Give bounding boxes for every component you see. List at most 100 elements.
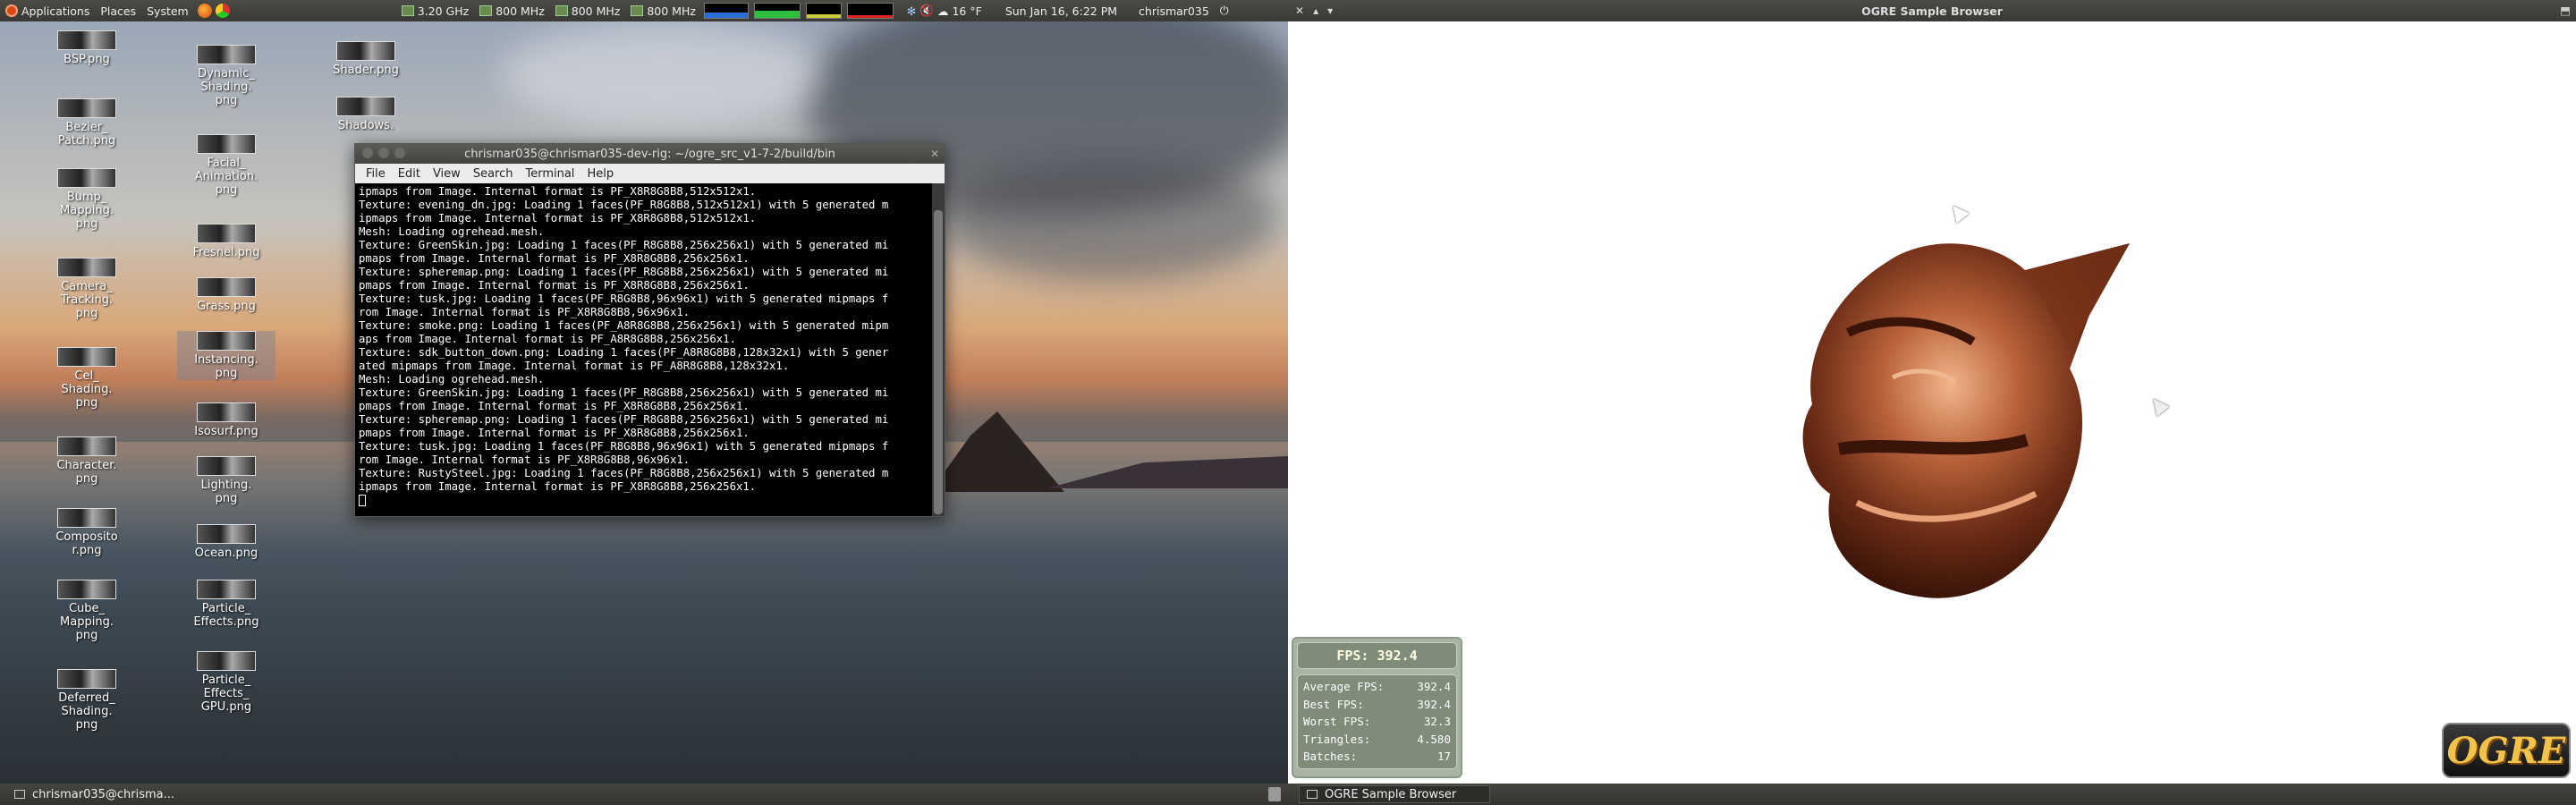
terminal-line: ated mipmaps from Image. Internal format… [359, 360, 790, 372]
chrome-icon[interactable] [215, 4, 230, 18]
fps-value: FPS: 392.4 [1297, 642, 1457, 669]
desktop-icon-label: Grass.png [197, 300, 256, 313]
desktop-icon-bump-mapping[interactable]: Bump_ Mapping. png [38, 168, 136, 231]
firefox-icon[interactable] [197, 4, 212, 18]
mouse-cursor-icon [1946, 200, 1970, 224]
applications-label: Applications [21, 4, 90, 18]
menu-terminal[interactable]: Terminal [525, 167, 574, 181]
desktop-icon-camera-tracking[interactable]: Camera_ Tracking. png [38, 258, 136, 320]
desktop-icon-dynamic-shading[interactable]: Dynamic_ Shading. png [177, 45, 275, 107]
terminal-output[interactable]: ipmaps from Image. Internal format is PF… [355, 183, 945, 516]
terminal-line: pmaps from Image. Internal format is PF_… [359, 400, 750, 412]
desktop-icon-particle-effects[interactable]: Particle_ Effects.png [177, 580, 275, 629]
fps-number: 4.580 [1417, 732, 1451, 746]
terminal-close-icon[interactable]: ✕ [930, 148, 939, 160]
cpu-freq-1[interactable]: 3.20 GHz [396, 0, 474, 21]
desktop-icon-particle-effects-gpu[interactable]: Particle_ Effects_ GPU.png [177, 651, 275, 714]
desktop-icon-isosurf[interactable]: Isosurf.png [177, 402, 275, 438]
maximize-icon[interactable] [394, 148, 405, 158]
trash-icon[interactable] [1268, 787, 1281, 801]
terminal-line: Mesh: Loading ogrehead.mesh. [359, 225, 545, 238]
cpu-icon [479, 5, 493, 16]
load-graph[interactable] [846, 3, 894, 19]
restore-icon[interactable]: ⬒ [2560, 4, 2571, 17]
volume-icon: 🔇 [919, 4, 934, 17]
close-icon[interactable] [362, 148, 373, 158]
desktop-icon-label: BSP.png [64, 53, 110, 66]
desktop-icon-label: Facial_ Animation. png [194, 157, 258, 197]
fps-number: 392.4 [1417, 697, 1451, 711]
clock[interactable]: Sun Jan 16, 6:22 PM [1000, 0, 1123, 21]
desktop-icon-ocean[interactable]: Ocean.png [177, 524, 275, 560]
minimize-icon[interactable] [378, 148, 389, 158]
weather-icon: ☁ [936, 4, 949, 18]
terminal-window[interactable]: chrismar035@chrismar035-dev-rig: ~/ogre_… [354, 143, 945, 517]
ogre-render-viewport[interactable]: FPS: 392.4 Average FPS: 392.4 Best FPS: 39… [1288, 21, 2576, 784]
terminal-line: Texture: tusk.jpg: Loading 1 faces(PF_R8… [359, 440, 889, 453]
terminal-line: Texture: GreenSkin.jpg: Loading 1 faces(… [359, 239, 889, 251]
desktop-icon-cel-shading[interactable]: Cel_ Shading. png [38, 347, 136, 410]
desktop-icon-grass[interactable]: Grass.png [177, 277, 275, 313]
places-menu[interactable]: Places [95, 0, 141, 21]
applications-menu[interactable]: Applications [0, 0, 95, 21]
desktop-icon-label: Cel_ Shading. png [61, 369, 113, 410]
desktop-icon-fresnel[interactable]: Fresnel.png [177, 224, 275, 259]
terminal-line: pmaps from Image. Internal format is PF_… [359, 279, 750, 292]
terminal-cursor [359, 495, 366, 506]
terminal-line: ipmaps from Image. Internal format is PF… [359, 185, 757, 198]
taskbar-label: chrismar035@chrisma... [32, 787, 175, 801]
desktop-icon-character[interactable]: Character. png [38, 436, 136, 486]
cpu-freq-2[interactable]: 800 MHz [474, 0, 550, 21]
user-menu[interactable]: chrismar035 [1133, 0, 1215, 21]
desktop-icon-bsp[interactable]: BSP.png [38, 30, 136, 66]
cpu-freq-3[interactable]: 800 MHz [550, 0, 626, 21]
menu-view[interactable]: View [433, 167, 461, 181]
terminal-line: Texture: spheremap.png: Loading 1 faces(… [359, 266, 889, 278]
minimize-icon[interactable]: ▾ [1327, 4, 1333, 17]
desktop-icon-lighting[interactable]: Lighting. png [177, 456, 275, 505]
network-graph[interactable] [805, 3, 842, 19]
menu-search[interactable]: Search [473, 167, 513, 181]
taskbar-item-terminal[interactable]: chrismar035@chrisma... [7, 785, 182, 803]
desktop-icon-bezier-patch[interactable]: Bezier_ Patch.png [38, 98, 136, 148]
terminal-title: chrismar035@chrismar035-dev-rig: ~/ogre_… [464, 147, 835, 161]
menu-edit[interactable]: Edit [398, 167, 420, 181]
desktop-icon-shadows[interactable]: Shadows. [317, 97, 415, 132]
memory-graph[interactable] [753, 3, 801, 19]
terminal-line: ipmaps from Image. Internal format is PF… [359, 212, 757, 225]
desktop-icon-deferred-shading[interactable]: Deferred_ Shading. png [38, 669, 136, 732]
terminal-line: Texture: sdk_button_down.png: Loading 1 … [359, 346, 889, 359]
cpu-freq-4[interactable]: 800 MHz [625, 0, 701, 21]
taskbar-item-ogre[interactable]: OGRE Sample Browser [1299, 785, 1490, 803]
shutdown-icon[interactable]: ⏻ [1215, 0, 1234, 21]
desktop-icon-label: Particle_ Effects_ GPU.png [200, 674, 252, 714]
scrollbar-thumb[interactable] [934, 210, 943, 514]
fps-number: 17 [1436, 750, 1451, 763]
desktop-icon-instancing[interactable]: Instancing. png [177, 331, 275, 380]
terminal-line: rom Image. Internal format is PF_X8R8G8B… [359, 306, 691, 318]
terminal-line: aps from Image. Internal format is PF_A8… [359, 333, 736, 345]
desktop-icon-facial-animation[interactable]: Facial_ Animation. png [177, 134, 275, 197]
terminal-line: Texture: evening_dn.jpg: Loading 1 faces… [359, 199, 889, 211]
close-icon[interactable]: ✕ [1295, 4, 1304, 17]
desktop-icon-label: Camera_ Tracking. png [60, 280, 114, 320]
terminal-scrollbar[interactable] [932, 183, 945, 516]
maximize-icon[interactable]: ▴ [1313, 4, 1318, 17]
menu-help[interactable]: Help [587, 167, 614, 181]
desktop-icon-cube-mapping[interactable]: Cube_ Mapping. png [38, 580, 136, 642]
weather-applet[interactable]: ✻ 🔇 ☁ 16 °F [902, 0, 987, 21]
window-icon [1307, 790, 1318, 799]
desktop-icon-compositor[interactable]: Composito r.png [38, 508, 136, 557]
desktop-icon-shader[interactable]: Shader.png [317, 41, 415, 77]
fps-row-best: Best FPS: 392.4 [1303, 696, 1451, 714]
desktop-icon-label: Instancing. png [194, 353, 258, 380]
cpu-icon [631, 5, 644, 16]
desktop-icon-label: Shader.png [333, 64, 399, 77]
terminal-line: Texture: tusk.jpg: Loading 1 faces(PF_R8… [359, 292, 889, 305]
cpu-freq-1-label: 3.20 GHz [417, 4, 470, 18]
ubuntu-logo-icon [5, 4, 18, 17]
menu-file[interactable]: File [366, 167, 386, 181]
terminal-titlebar[interactable]: chrismar035@chrismar035-dev-rig: ~/ogre_… [355, 144, 945, 164]
cpu-graph[interactable] [703, 3, 749, 19]
system-menu[interactable]: System [141, 0, 194, 21]
